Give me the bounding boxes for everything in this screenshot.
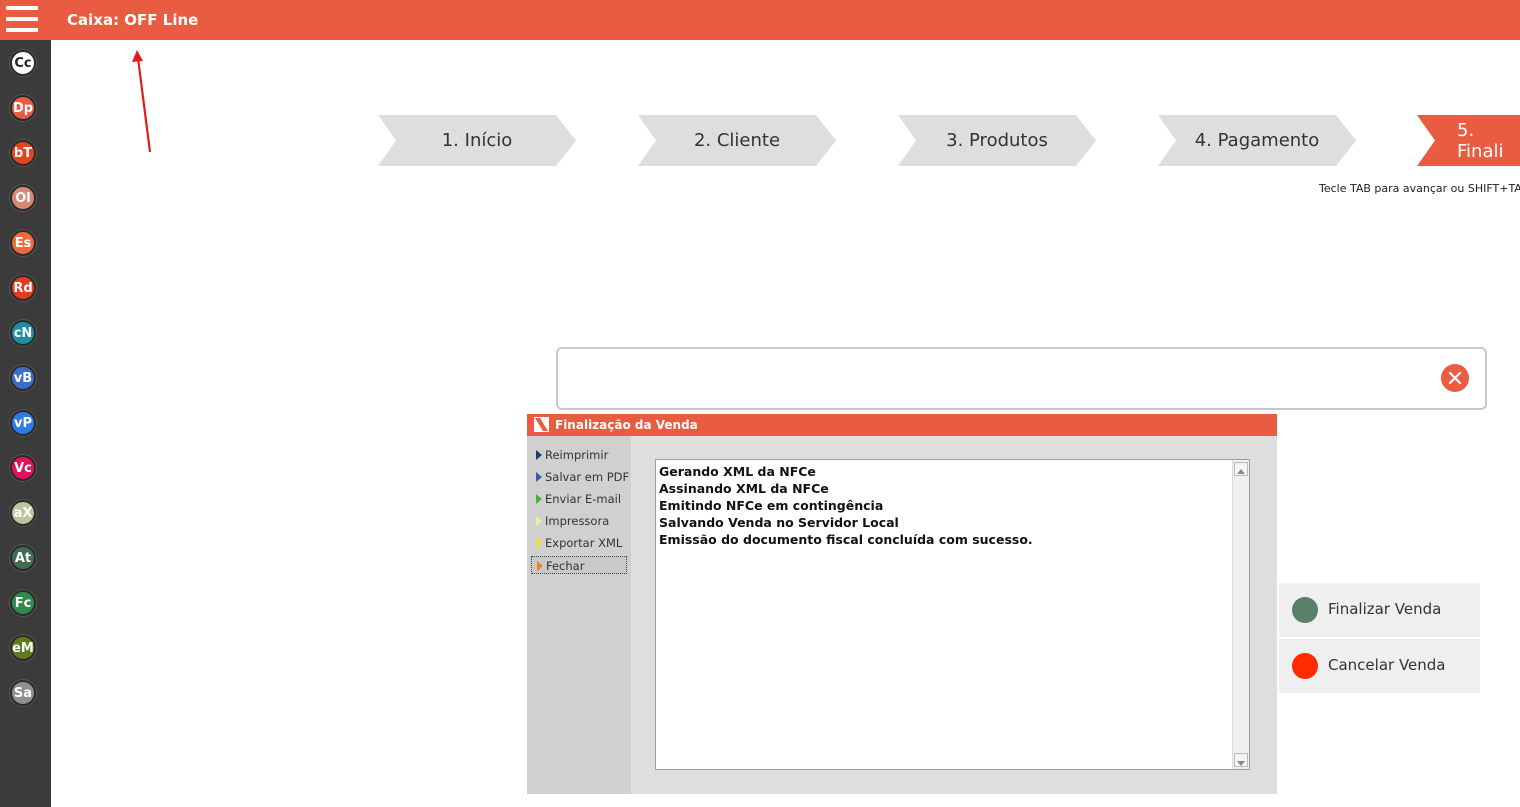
app-logo-icon (534, 417, 549, 432)
log-line: Emissão do documento fiscal concluída co… (659, 532, 1033, 547)
arrow-right-icon (536, 450, 542, 460)
sidebar-item-sa[interactable]: Sa (10, 680, 36, 706)
sidebar-item-es[interactable]: Es (10, 230, 36, 256)
chevron-up-icon (1237, 469, 1245, 474)
menu-item-label: Exportar XML (545, 536, 623, 550)
sidebar-item-ol[interactable]: Ol (10, 185, 36, 211)
page-title: Caixa: OFF Line (67, 11, 199, 29)
sidebar-item-vc[interactable]: Vc (10, 455, 36, 481)
sidebar: Cc Dp bT Ol Es Rd cN vB vP Vc aX At Fc eM Sa (0, 40, 51, 807)
log-line: Gerando XML da NFCe (659, 464, 816, 479)
arrow-right-icon (536, 472, 542, 482)
sidebar-item-vp[interactable]: vP (10, 410, 36, 436)
log-scrollbar[interactable] (1232, 460, 1249, 769)
sidebar-item-bt[interactable]: bT (10, 140, 36, 166)
cancel-sale-button[interactable]: Cancelar Venda (1279, 639, 1480, 693)
menu-icon[interactable] (6, 6, 38, 34)
status-dot-icon (1292, 597, 1318, 623)
chevron-down-icon (1237, 761, 1245, 766)
dialog-menu-item-impressora[interactable]: Impressora (531, 512, 627, 530)
cancel-sale-label: Cancelar Venda (1328, 656, 1446, 674)
sidebar-item-dp[interactable]: Dp (10, 95, 36, 121)
step-label: 4. Pagamento (1194, 130, 1320, 151)
finalize-sale-label: Finalizar Venda (1328, 600, 1442, 618)
log-lines: Gerando XML da NFCe Assinando XML da NFCe… (659, 463, 1033, 548)
menu-item-label: Fechar (546, 559, 585, 573)
dialog-titlebar: Finalização da Venda (527, 414, 1277, 436)
log-line: Assinando XML da NFCe (659, 481, 829, 496)
top-bar: Caixa: OFF Line (0, 0, 1520, 40)
log-textarea[interactable]: Gerando XML da NFCe Assinando XML da NFCe… (655, 459, 1250, 770)
clear-icon[interactable] (1441, 364, 1469, 392)
sidebar-item-em[interactable]: eM (10, 635, 36, 661)
menu-item-label: Impressora (545, 514, 610, 528)
step-label: 5. Finali (1457, 119, 1504, 162)
sidebar-item-fc[interactable]: Fc (10, 590, 36, 616)
dialog-menu-item-salvar-em-pdf[interactable]: Salvar em PDF (531, 468, 630, 486)
dialog-menu-item-enviar-e-mail[interactable]: Enviar E-mail (531, 490, 627, 508)
step-label: 2. Cliente (693, 130, 781, 151)
step-4[interactable]: 4. Pagamento (1158, 115, 1356, 166)
sidebar-item-cc[interactable]: Cc (10, 50, 36, 76)
dialog-title: Finalização da Venda (555, 418, 698, 432)
status-dot-icon (1292, 653, 1318, 679)
arrow-right-icon (536, 516, 542, 526)
dialog-menu-item-exportar-xml[interactable]: Exportar XML (531, 534, 627, 552)
menu-item-label: Reimprimir (545, 448, 609, 462)
step-label: 1. Início (441, 130, 513, 151)
menu-item-label: Enviar E-mail (545, 492, 622, 506)
dialog-menu: Reimprimir Salvar em PDF Enviar E-mail Impr… (527, 436, 631, 794)
arrow-right-icon (537, 561, 543, 571)
sidebar-item-cn[interactable]: cN (10, 320, 36, 346)
arrow-right-icon (536, 538, 542, 548)
annotation-arrow (132, 50, 152, 153)
dialog-menu-item-fechar[interactable]: Fechar (531, 556, 627, 574)
step-label: 3. Produtos (946, 130, 1048, 151)
search-input[interactable] (568, 359, 1428, 399)
search-box (556, 347, 1487, 410)
log-line: Salvando Venda no Servidor Local (659, 515, 899, 530)
scroll-down-button[interactable] (1234, 753, 1248, 767)
sidebar-item-rd[interactable]: Rd (10, 275, 36, 301)
step-3[interactable]: 3. Produtos (898, 115, 1096, 166)
menu-item-label: Salvar em PDF (545, 470, 630, 484)
sidebar-item-vb[interactable]: vB (10, 365, 36, 391)
dialog-menu-item-reimprimir[interactable]: Reimprimir (531, 446, 627, 464)
finalization-dialog: Finalização da Venda Reimprimir Salvar em… (527, 414, 1277, 794)
log-line: Emitindo NFCe em contingência (659, 498, 884, 513)
finalize-sale-button[interactable]: Finalizar Venda (1279, 583, 1480, 637)
sidebar-item-ax[interactable]: aX (10, 500, 36, 526)
step-2[interactable]: 2. Cliente (638, 115, 836, 166)
sidebar-item-at[interactable]: At (10, 545, 36, 571)
step-1[interactable]: 1. Início (378, 115, 576, 166)
keyboard-hint: Tecle TAB para avançar ou SHIFT+TAB (1319, 182, 1520, 195)
step-5[interactable]: 5. Finali (1417, 115, 1520, 166)
arrow-right-icon (536, 494, 542, 504)
scroll-up-button[interactable] (1234, 462, 1248, 476)
